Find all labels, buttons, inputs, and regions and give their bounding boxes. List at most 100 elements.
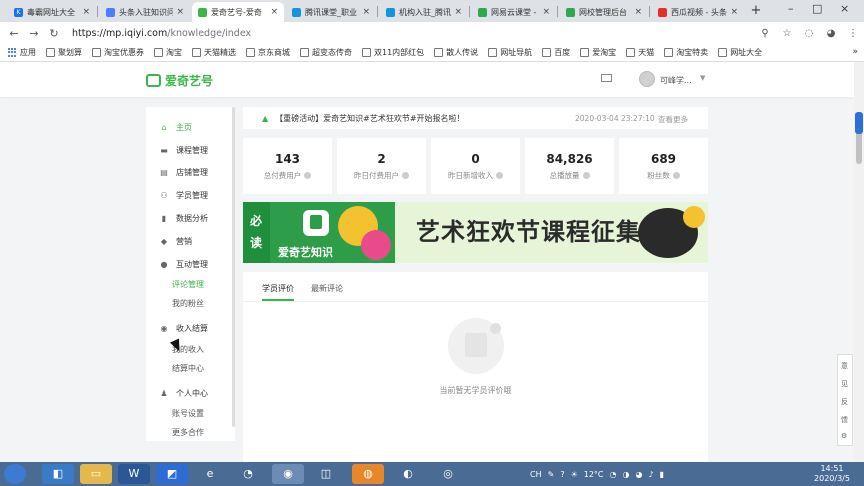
bookmark-item[interactable]: 淘宝特卖: [664, 47, 708, 58]
gear-icon[interactable]: ⚙: [841, 432, 847, 440]
sidebar-item-analytics[interactable]: ▮ 数据分析: [146, 210, 232, 226]
browser-tab-7[interactable]: 网校管理后台 ×: [560, 2, 648, 22]
extension-icon[interactable]: ◌: [798, 28, 820, 39]
chevron-down-icon[interactable]: ▼: [700, 74, 705, 82]
username[interactable]: 可峰学...: [660, 75, 692, 86]
search-icon[interactable]: ⚲: [754, 28, 776, 39]
menu-icon[interactable]: ⋮: [842, 28, 864, 39]
bookmark-item[interactable]: 京东商城: [246, 47, 290, 58]
taskbar-app-icon[interactable]: ◫: [310, 464, 342, 484]
forward-icon[interactable]: →: [24, 27, 44, 40]
bookmark-item[interactable]: 网址导航: [488, 47, 532, 58]
bookmark-item[interactable]: 超变态传奇: [300, 47, 352, 58]
tray-app-icon[interactable]: ◕: [635, 470, 642, 479]
tab-latest-comments[interactable]: 最新评论: [311, 283, 343, 294]
help-icon[interactable]: [304, 172, 312, 179]
start-button[interactable]: [4, 464, 26, 484]
browser-tab-1[interactable]: K 毒霸网址大全 ×: [8, 2, 96, 22]
close-icon[interactable]: ×: [454, 7, 462, 17]
minimize-icon[interactable]: –: [788, 2, 794, 15]
back-icon[interactable]: ←: [4, 27, 24, 40]
sidebar-item-students[interactable]: ⚇ 学员管理: [146, 187, 232, 203]
site-logo[interactable]: 爱奇艺号: [146, 72, 213, 89]
taskbar-explorer-icon[interactable]: ▭: [80, 464, 112, 484]
bookmark-item[interactable]: 聚划算: [46, 47, 82, 58]
close-icon[interactable]: ×: [362, 7, 370, 17]
mail-icon[interactable]: [601, 74, 612, 82]
bookmark-item[interactable]: 散人传说: [434, 47, 478, 58]
help-icon[interactable]: [672, 172, 680, 179]
sidebar-sub-comments[interactable]: 评论管理: [172, 279, 204, 290]
new-tab-icon[interactable]: +: [748, 3, 764, 19]
taskbar-word-icon[interactable]: W: [118, 464, 150, 484]
taskbar-chrome-icon[interactable]: ◉: [272, 464, 304, 484]
bookmark-item[interactable]: 爱淘宝: [580, 47, 616, 58]
sidebar-item-interaction[interactable]: ● 互动管理: [146, 256, 232, 272]
sidebar-item-marketing[interactable]: ◆ 营销: [146, 233, 232, 249]
notice-text[interactable]: 【重磅活动】爱奇艺知识#艺术狂欢节#开始报名啦！: [275, 113, 464, 124]
feedback-float[interactable]: 意 见 反 馈 ⚙: [837, 354, 853, 446]
tray-app-icon[interactable]: ◔: [610, 470, 617, 479]
window-close-icon[interactable]: ×: [840, 2, 849, 15]
bookmark-item[interactable]: 淘宝优惠券: [92, 47, 144, 58]
maximize-icon[interactable]: □: [812, 2, 822, 15]
browser-tab-5[interactable]: 机构入驻_腾讯 ×: [380, 2, 468, 22]
taskbar-clock[interactable]: 14:51 2020/3/5: [807, 464, 857, 484]
close-icon[interactable]: ×: [176, 7, 184, 17]
taskbar-app-icon[interactable]: ◎: [432, 464, 464, 484]
browser-tab-2[interactable]: 头条入驻知识问 ×: [100, 2, 190, 22]
close-icon[interactable]: ×: [542, 7, 550, 17]
sidebar-item-income[interactable]: ◉ 收入结算: [146, 320, 232, 336]
star-icon[interactable]: ☆: [776, 28, 798, 39]
url-field[interactable]: https://mp.iqiyi.com/knowledge/index: [72, 28, 251, 39]
reload-icon[interactable]: ↻: [44, 27, 64, 40]
bookmark-item[interactable]: 百度: [542, 47, 570, 58]
bookmark-item[interactable]: 天猫精选: [192, 47, 236, 58]
help-icon[interactable]: [496, 172, 503, 179]
notice-more-link[interactable]: 查看更多: [658, 114, 688, 125]
taskbar-app-icon[interactable]: ◔: [232, 464, 264, 484]
bookmark-item[interactable]: 网址大全: [718, 47, 762, 58]
close-icon[interactable]: ×: [270, 7, 278, 17]
promo-banner[interactable]: 必 读 爱奇艺知识 艺术狂欢节课程征集: [243, 202, 708, 263]
help-tray-icon[interactable]: ?: [560, 470, 564, 479]
volume-icon[interactable]: ♪: [648, 470, 653, 479]
close-icon[interactable]: ×: [730, 7, 738, 17]
weather-icon[interactable]: ☀: [571, 470, 578, 479]
bookmark-item[interactable]: 淘宝: [154, 47, 182, 58]
browser-tab-active[interactable]: 爱奇艺号-爱奇 ×: [192, 2, 284, 22]
tray-app-icon[interactable]: ◑: [622, 470, 629, 479]
help-icon[interactable]: [402, 172, 409, 179]
bookmarks-overflow-icon[interactable]: »: [852, 47, 858, 57]
browser-tab-4[interactable]: 腾讯课堂_职业 ×: [286, 2, 376, 22]
browser-tab-6[interactable]: 网易云课堂 - 我 ×: [472, 2, 556, 22]
help-icon[interactable]: [582, 172, 590, 179]
decor-shape: [683, 206, 705, 228]
sidebar-item-shop[interactable]: ▤ 店铺管理: [146, 164, 232, 180]
taskbar-wechat-icon[interactable]: ◐: [392, 464, 424, 484]
taskbar-app-icon[interactable]: ◧: [42, 464, 74, 484]
sidebar-sub-account[interactable]: 账号设置: [172, 408, 204, 419]
sidebar-item-home[interactable]: ⌂ 主页: [146, 119, 232, 135]
sidebar-scrollbar[interactable]: [232, 107, 235, 427]
sidebar-sub-settlement[interactable]: 结算中心: [172, 363, 204, 374]
close-icon[interactable]: ×: [82, 7, 90, 17]
tab-student-reviews[interactable]: 学员评价: [262, 283, 294, 294]
bookmark-item[interactable]: 双11内部红包: [362, 47, 424, 58]
bookmark-item[interactable]: 天猫: [626, 47, 654, 58]
ime-icon[interactable]: ✎: [548, 470, 555, 479]
taskbar-app-icon[interactable]: ◍: [352, 464, 384, 484]
sidebar-sub-fans[interactable]: 我的粉丝: [172, 298, 204, 309]
browser-tab-8[interactable]: 西瓜视频 - 头条 ×: [652, 2, 744, 22]
sidebar-item-course[interactable]: ▬ 课程管理: [146, 142, 232, 158]
network-icon[interactable]: ▮: [660, 470, 664, 479]
profile-icon[interactable]: ◕: [820, 28, 842, 39]
avatar[interactable]: [639, 71, 655, 87]
sidebar-sub-cooperation[interactable]: 更多合作: [172, 427, 204, 438]
close-icon[interactable]: ×: [634, 7, 642, 17]
taskbar-ie-icon[interactable]: e: [194, 464, 226, 484]
sidebar-item-personal[interactable]: ♟ 个人中心: [146, 385, 232, 401]
bookmark-apps[interactable]: 应用: [8, 47, 36, 58]
taskbar-app-icon[interactable]: ◩: [156, 464, 188, 484]
chart-icon: ▮: [161, 213, 167, 223]
